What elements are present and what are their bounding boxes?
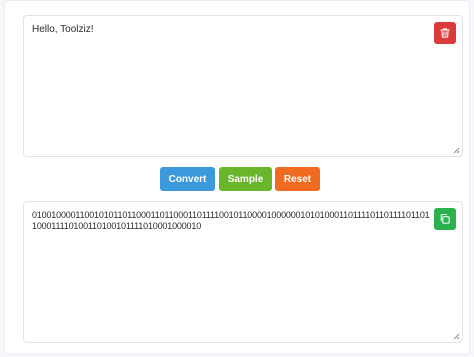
- resize-grip-icon[interactable]: [453, 333, 460, 340]
- action-buttons: Convert Sample Reset: [5, 167, 471, 191]
- copy-button[interactable]: [434, 208, 456, 230]
- clear-button[interactable]: [434, 22, 456, 44]
- sample-button[interactable]: Sample: [219, 167, 272, 191]
- convert-button[interactable]: Convert: [160, 167, 215, 191]
- trash-icon: [440, 28, 450, 38]
- converter-card: Hello, Toolziz! Convert Sample Reset 010…: [4, 0, 470, 355]
- input-text: Hello, Toolziz!: [32, 24, 94, 35]
- copy-icon: [440, 213, 450, 224]
- resize-grip-icon[interactable]: [453, 147, 460, 154]
- output-textarea[interactable]: 0100100001100101011011000110110001101111…: [23, 201, 463, 343]
- reset-button[interactable]: Reset: [275, 167, 320, 191]
- input-textarea[interactable]: Hello, Toolziz!: [23, 15, 463, 157]
- page: Hello, Toolziz! Convert Sample Reset 010…: [0, 0, 474, 357]
- output-text: 0100100001100101011011000110110001101111…: [32, 210, 430, 231]
